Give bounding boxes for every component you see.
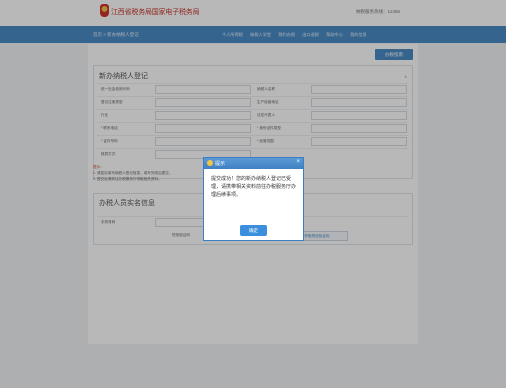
dialog-message: 提交成功！您的新办纳税人登记已受理，请携带相关资料前往办税服务厅办理后续事项。 bbox=[211, 176, 297, 198]
info-icon bbox=[207, 160, 213, 166]
close-icon[interactable]: × bbox=[296, 159, 300, 165]
dialog-header: 提示 × bbox=[204, 158, 303, 169]
alert-dialog: 提示 × 提交成功！您的新办纳税人登记已受理，请携带相关资料前往办税服务厅办理后… bbox=[203, 157, 304, 241]
dialog-title: 提示 bbox=[215, 161, 226, 167]
ok-button[interactable]: 确定 bbox=[240, 225, 267, 236]
